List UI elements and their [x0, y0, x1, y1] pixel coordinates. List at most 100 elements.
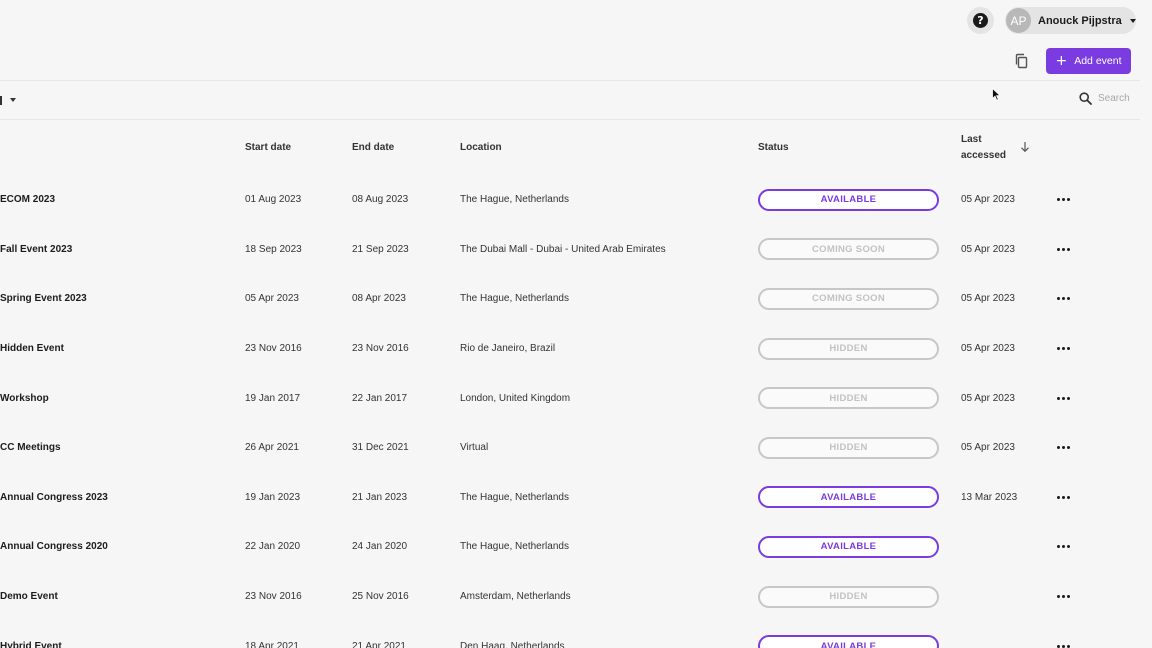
table-row[interactable]: Hybrid Event 18 Apr 2021 21 Apr 2021 Den Ha…	[0, 621, 1140, 648]
more-actions-button[interactable]	[1057, 522, 1070, 572]
last-accessed: 05 Apr 2023	[961, 194, 1015, 206]
filter-value-stub	[0, 95, 2, 105]
table-row[interactable]: Hidden Event 23 Nov 2016 23 Nov 2016 Rio de…	[0, 324, 1140, 374]
column-header-start-date[interactable]: Start date	[245, 142, 291, 153]
status-badge: HIDDEN	[758, 387, 939, 410]
end-date: 24 Jan 2020	[352, 541, 408, 553]
event-name[interactable]: Annual Congress 2020	[0, 522, 108, 572]
status-badge: AVAILABLE	[758, 535, 939, 558]
last-accessed: 05 Apr 2023	[961, 343, 1015, 355]
status-cell: HIDDEN	[758, 373, 939, 423]
status-badge: HIDDEN	[758, 585, 939, 608]
add-event-button[interactable]: + Add event	[1046, 48, 1131, 74]
status-cell: COMING SOON	[758, 225, 939, 275]
column-header-end-date[interactable]: End date	[352, 142, 394, 153]
cursor-icon	[992, 88, 1001, 101]
chevron-down-icon	[1129, 18, 1136, 23]
more-icon	[1057, 446, 1070, 450]
table-row[interactable]: ECOM 2023 01 Aug 2023 08 Aug 2023 The Hague…	[0, 175, 1140, 225]
table-row[interactable]: Spring Event 2023 05 Apr 2023 08 Apr 2023 T…	[0, 274, 1140, 324]
search-field[interactable]: Search	[1079, 92, 1130, 105]
user-name: Anouck Pijpstra	[1038, 14, 1122, 27]
last-accessed: 05 Apr 2023	[961, 243, 1015, 255]
user-menu[interactable]: AP Anouck Pijpstra	[1005, 7, 1136, 34]
status-cell: AVAILABLE	[758, 522, 939, 572]
location: The Hague, Netherlands	[460, 541, 569, 553]
start-date: 18 Sep 2023	[245, 243, 302, 255]
more-actions-button[interactable]	[1057, 621, 1070, 648]
more-actions-button[interactable]	[1057, 473, 1070, 523]
status-cell: AVAILABLE	[758, 621, 939, 648]
start-date: 19 Jan 2023	[245, 491, 301, 503]
status-badge: AVAILABLE	[758, 486, 939, 509]
start-date: 23 Nov 2016	[245, 591, 302, 603]
location: The Hague, Netherlands	[460, 491, 569, 503]
last-accessed: 05 Apr 2023	[961, 392, 1015, 404]
more-actions-button[interactable]	[1057, 423, 1070, 473]
table-row[interactable]: Fall Event 2023 18 Sep 2023 21 Sep 2023 The…	[0, 225, 1140, 275]
status-cell: COMING SOON	[758, 274, 939, 324]
location: The Hague, Netherlands	[460, 293, 569, 305]
chevron-down-icon	[10, 98, 16, 102]
more-icon	[1057, 198, 1070, 202]
help-icon: ?	[973, 13, 988, 28]
end-date: 21 Sep 2023	[352, 243, 409, 255]
add-event-label: Add event	[1074, 55, 1122, 67]
status-badge: HIDDEN	[758, 436, 939, 459]
column-header-last-accessed-line1[interactable]: Last	[961, 134, 982, 145]
end-date: 08 Apr 2023	[352, 293, 406, 305]
status-cell: AVAILABLE	[758, 473, 939, 523]
end-date: 31 Dec 2021	[352, 442, 409, 454]
location: Virtual	[460, 442, 489, 454]
status-cell: HIDDEN	[758, 423, 939, 473]
column-header-location[interactable]: Location	[460, 142, 502, 153]
table-row[interactable]: Annual Congress 2020 22 Jan 2020 24 Jan 20…	[0, 522, 1140, 572]
filter-dropdown[interactable]	[0, 93, 16, 107]
start-date: 26 Apr 2021	[245, 442, 299, 454]
end-date: 21 Apr 2021	[352, 640, 406, 648]
start-date: 01 Aug 2023	[245, 194, 302, 206]
table-row[interactable]: Demo Event 23 Nov 2016 25 Nov 2016 Amsterda…	[0, 572, 1140, 622]
sort-down-icon[interactable]	[1020, 141, 1030, 153]
avatar: AP	[1006, 8, 1031, 33]
status-badge: COMING SOON	[758, 238, 939, 261]
more-actions-button[interactable]	[1057, 373, 1070, 423]
location: Den Haag, Netherlands	[460, 640, 565, 648]
more-icon	[1057, 396, 1070, 400]
column-header-last-accessed-line2[interactable]: accessed	[961, 150, 1006, 161]
more-icon	[1057, 297, 1070, 301]
copy-button[interactable]	[1010, 49, 1034, 73]
event-name[interactable]: CC Meetings	[0, 423, 61, 473]
more-actions-button[interactable]	[1057, 572, 1070, 622]
event-name[interactable]: Hybrid Event	[0, 621, 62, 648]
event-name[interactable]: ECOM 2023	[0, 175, 55, 225]
help-button[interactable]: ?	[967, 7, 994, 34]
search-icon	[1079, 92, 1092, 105]
more-actions-button[interactable]	[1057, 175, 1070, 225]
more-actions-button[interactable]	[1057, 225, 1070, 275]
status-cell: HIDDEN	[758, 324, 939, 374]
event-name[interactable]: Fall Event 2023	[0, 225, 72, 275]
status-badge: AVAILABLE	[758, 188, 939, 211]
event-name[interactable]: Demo Event	[0, 572, 58, 622]
event-name[interactable]: Hidden Event	[0, 324, 64, 374]
start-date: 19 Jan 2017	[245, 392, 301, 404]
last-accessed: 05 Apr 2023	[961, 442, 1015, 454]
end-date: 23 Nov 2016	[352, 343, 409, 355]
table-row[interactable]: Workshop 19 Jan 2017 22 Jan 2017 London, Un…	[0, 373, 1140, 423]
location: Amsterdam, Netherlands	[460, 591, 571, 603]
more-actions-button[interactable]	[1057, 324, 1070, 374]
event-name[interactable]: Workshop	[0, 373, 49, 423]
event-name[interactable]: Spring Event 2023	[0, 274, 87, 324]
table-row[interactable]: CC Meetings 26 Apr 2021 31 Dec 2021 Virtual…	[0, 423, 1140, 473]
table-row[interactable]: Annual Congress 2023 19 Jan 2023 21 Jan 20…	[0, 473, 1140, 523]
end-date: 25 Nov 2016	[352, 591, 409, 603]
start-date: 23 Nov 2016	[245, 343, 302, 355]
status-badge: AVAILABLE	[758, 635, 939, 648]
event-name[interactable]: Annual Congress 2023	[0, 473, 108, 523]
more-actions-button[interactable]	[1057, 274, 1070, 324]
column-header-status[interactable]: Status	[758, 142, 789, 153]
end-date: 22 Jan 2017	[352, 392, 408, 404]
status-badge: HIDDEN	[758, 337, 939, 360]
more-icon	[1057, 495, 1070, 499]
